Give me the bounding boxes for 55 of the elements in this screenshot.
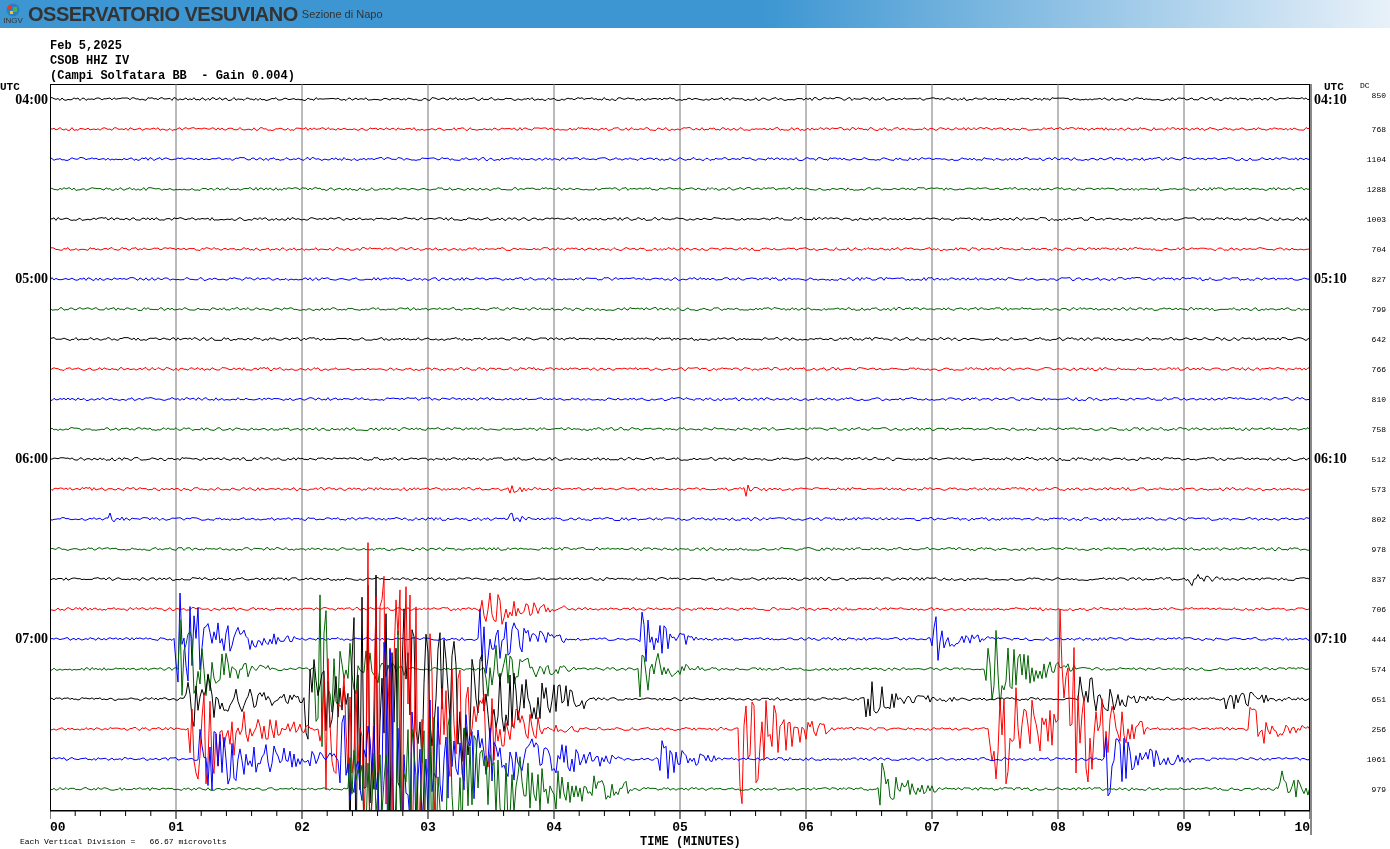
time-label: 06:10 bbox=[1313, 452, 1347, 466]
time-label: 07:10 bbox=[1313, 632, 1347, 646]
dc-value: 651 bbox=[1371, 696, 1386, 704]
axis-label: TIME (MINUTES) bbox=[640, 834, 741, 849]
site-subtitle: Sezione di Napo bbox=[301, 6, 383, 22]
tick-label: 02 bbox=[294, 820, 310, 835]
dc-value: 810 bbox=[1371, 396, 1386, 404]
dc-value: 758 bbox=[1371, 426, 1386, 434]
time-label: 07:00 bbox=[15, 632, 49, 646]
site-title: OSSERVATORIO VESUVIANO bbox=[28, 2, 298, 27]
tick-label: 10 bbox=[1294, 820, 1310, 835]
dc-value: 573 bbox=[1371, 486, 1386, 494]
station-info: Feb 5,2025 bbox=[50, 39, 123, 54]
tick-label: 04 bbox=[546, 820, 562, 835]
globe-logo-icon bbox=[5, 3, 21, 17]
axis-title: UTC bbox=[1324, 82, 1344, 93]
dc-value: 766 bbox=[1371, 366, 1386, 374]
dc-value: 1003 bbox=[1366, 216, 1386, 224]
dc-value: 837 bbox=[1371, 576, 1386, 584]
time-label: 05:10 bbox=[1313, 272, 1347, 286]
dc-value: 768 bbox=[1371, 126, 1386, 134]
station-info: (Campi Solfatara BB - Gain 0.004) bbox=[50, 69, 296, 84]
dc-value: 1061 bbox=[1366, 756, 1386, 764]
dc-value: 799 bbox=[1371, 306, 1386, 314]
dc-value: 444 bbox=[1371, 636, 1386, 644]
scale-note: Each Vertical Division = 66.67 microvolts bbox=[20, 836, 228, 848]
time-label: 05:00 bbox=[15, 272, 49, 286]
dc-value: 642 bbox=[1371, 336, 1386, 344]
dc-value: 512 bbox=[1371, 456, 1386, 464]
tick-label: 09 bbox=[1176, 820, 1192, 835]
tick-label: 07 bbox=[924, 820, 940, 835]
tick-label: 08 bbox=[1050, 820, 1066, 835]
dc-value: 706 bbox=[1371, 606, 1386, 614]
tick-label: 03 bbox=[420, 820, 436, 835]
dc-value: 978 bbox=[1371, 546, 1386, 554]
tick-label: 00 bbox=[50, 820, 66, 835]
dc-value: 979 bbox=[1371, 786, 1386, 794]
axis-title: UTC bbox=[0, 82, 20, 93]
dc-value: 1288 bbox=[1366, 186, 1386, 194]
tick-label: 01 bbox=[168, 820, 184, 835]
dc-value: 850 bbox=[1371, 92, 1386, 100]
dc-value: 574 bbox=[1371, 666, 1386, 674]
time-label: 06:00 bbox=[15, 452, 49, 466]
time-label: 04:10 bbox=[1313, 93, 1347, 107]
dc-value: 704 bbox=[1371, 246, 1386, 254]
dc-value: 256 bbox=[1371, 726, 1386, 734]
tick-label: 06 bbox=[798, 820, 814, 835]
axis-title: DC bbox=[1360, 82, 1370, 90]
time-label: 04:00 bbox=[15, 93, 49, 107]
tick-label: 05 bbox=[672, 820, 688, 835]
dc-value: 1104 bbox=[1366, 156, 1386, 164]
dc-value: 827 bbox=[1371, 276, 1386, 284]
logo-text: INGV bbox=[3, 17, 23, 25]
dc-value: 802 bbox=[1371, 516, 1386, 524]
station-info: CSOB HHZ IV bbox=[50, 54, 131, 69]
